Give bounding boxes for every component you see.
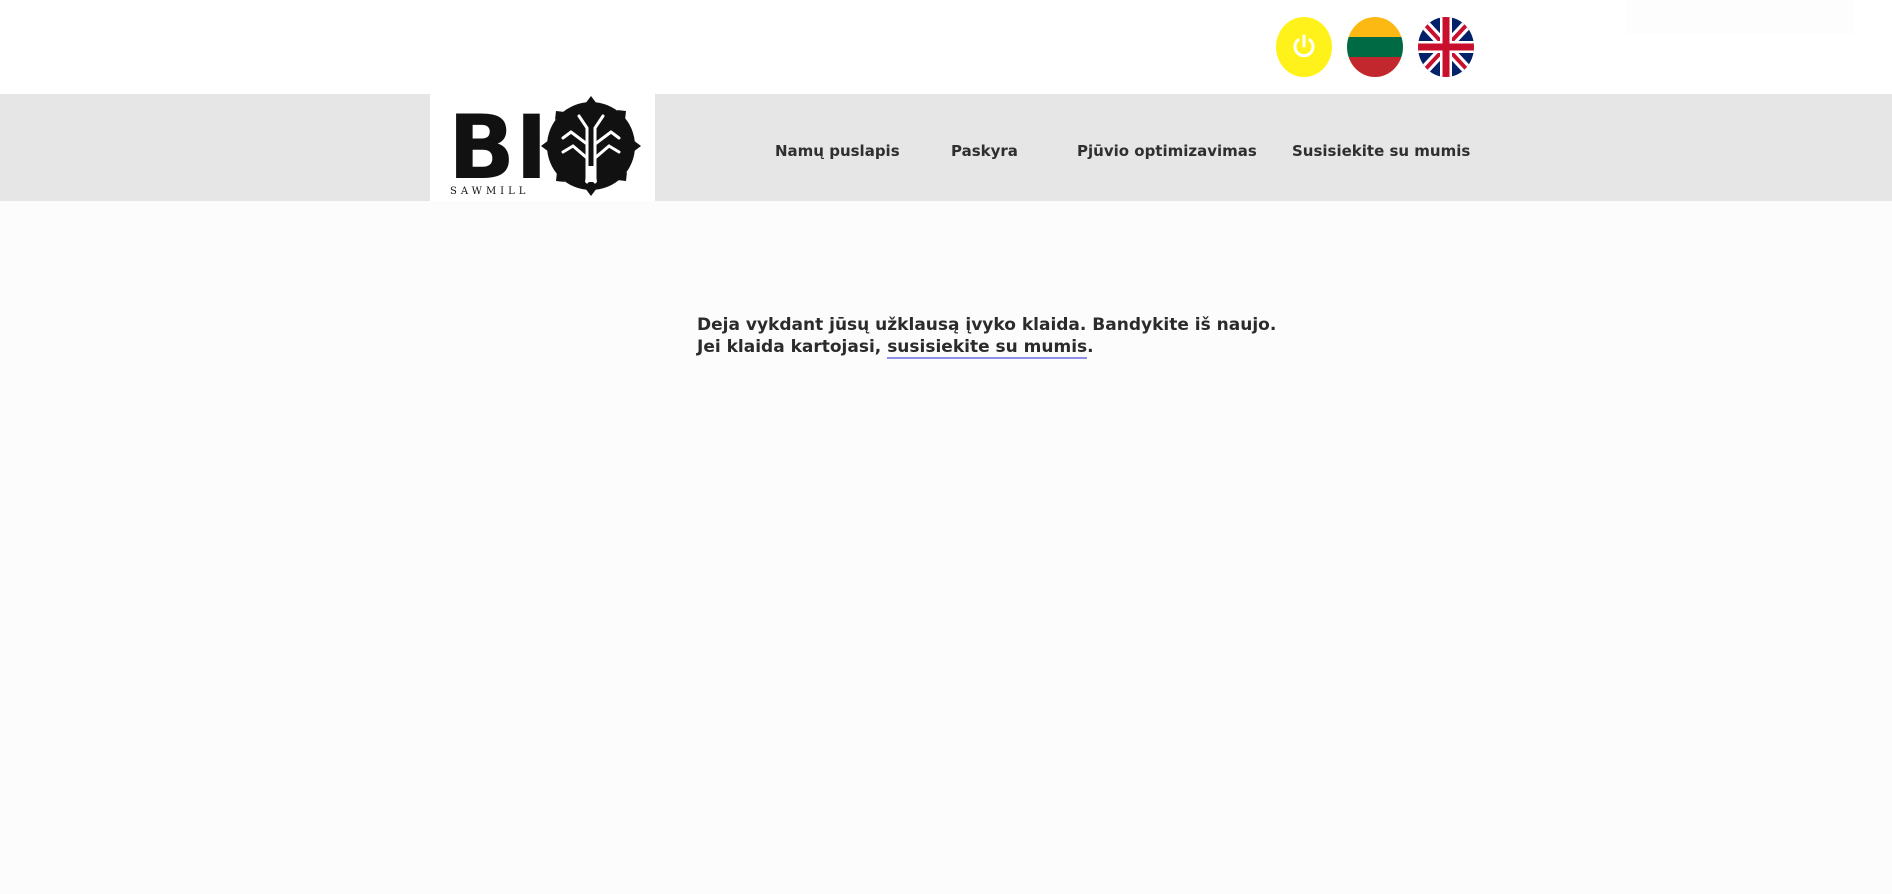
error-line-2: Jei klaida kartojasi, susisiekite su mum…	[697, 336, 1276, 359]
lithuania-flag-icon	[1347, 17, 1403, 77]
error-line-1: Deja vykdant jūsų užklausą įvyko klaida.…	[697, 315, 1277, 335]
uk-flag-icon	[1418, 17, 1474, 77]
saw-tree-icon	[541, 96, 641, 196]
main-navbar	[0, 94, 1892, 201]
nav-item-home[interactable]: Namų puslapis	[775, 142, 900, 160]
language-en-button[interactable]	[1418, 17, 1474, 77]
error-message: Deja vykdant jūsų užklausą įvyko klaida.…	[697, 314, 1277, 359]
power-icon	[1293, 34, 1315, 58]
nav-item-cut-optimization[interactable]: Pjūvio optimizavimas	[1077, 142, 1257, 160]
error-line-2-suffix: .	[1087, 337, 1094, 357]
nav-item-contact[interactable]: Susisiekite su mumis	[1292, 142, 1470, 160]
language-lt-button[interactable]	[1347, 17, 1403, 77]
nav-item-account[interactable]: Paskyra	[951, 142, 1018, 160]
logo-text-sub: SAWMILL	[450, 186, 529, 197]
power-button[interactable]	[1276, 17, 1332, 77]
error-line-2-prefix: Jei klaida kartojasi,	[697, 337, 888, 357]
top-right-panel	[1626, 0, 1854, 34]
site-logo[interactable]: BI SAWMILL	[430, 94, 655, 201]
logo-text-main: BI	[448, 96, 548, 199]
top-bar	[0, 0, 1892, 94]
contact-us-link[interactable]: susisiekite su mumis	[887, 337, 1088, 359]
bio-sawmill-logo: BI SAWMILL	[448, 96, 641, 199]
